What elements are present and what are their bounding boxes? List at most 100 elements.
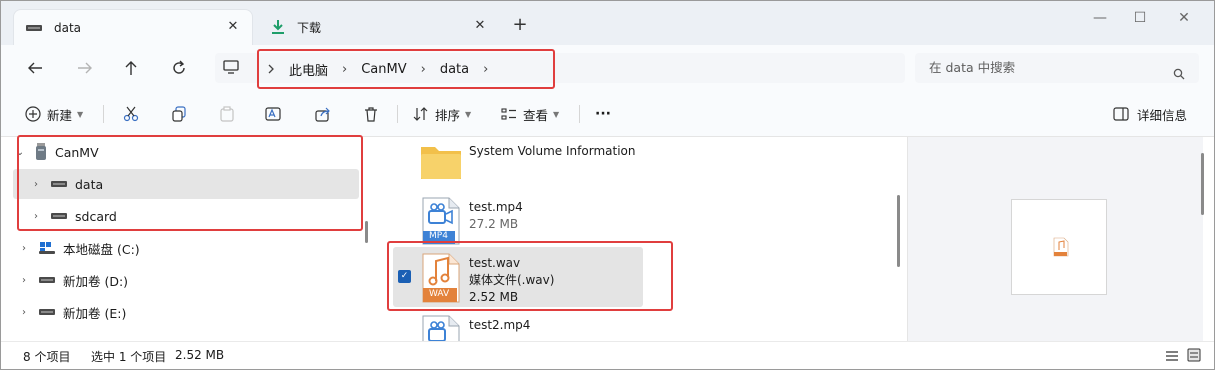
windows-drive-icon [39,241,55,255]
tab-bar: data ✕ 下载 ✕ + — ☐ ✕ [1,1,1214,45]
new-tab-button[interactable]: + [509,15,531,37]
scissors-icon [123,106,139,122]
preview-scrollbar[interactable] [1201,153,1204,215]
file-badge: MP4 [429,231,448,241]
nav-label: 新加卷 (D:) [63,273,129,289]
list-item[interactable]: test2.mp4 [419,315,669,341]
tab-label: data [54,20,82,35]
selection-size: 2.52 MB [175,348,225,362]
video-file-icon [419,315,465,341]
list-item[interactable]: System Volume Information [419,141,669,191]
new-button[interactable]: 新建 ▼ [25,102,83,126]
chevron-down-icon: ▼ [553,109,560,119]
share-button[interactable] [315,102,331,126]
tab-download[interactable]: 下载 ✕ [259,9,499,45]
delete-button[interactable] [363,102,379,126]
tiles-view-icon[interactable] [1187,348,1201,365]
drive-icon [39,307,55,317]
divider [397,105,398,123]
nav-scrollbar[interactable] [365,221,368,243]
rename-icon [265,107,281,121]
refresh-button[interactable] [165,56,193,80]
view-label: 查看 [523,107,549,123]
file-list-scrollbar[interactable] [897,195,900,267]
copy-button[interactable] [171,102,187,126]
folder-icon [419,141,465,191]
trash-icon [365,107,377,122]
download-icon [271,19,285,35]
up-button[interactable] [117,56,145,80]
search-input[interactable]: 在 data 中搜索 [915,53,1199,83]
chevron-right-icon: › [342,61,348,77]
new-label: 新建 [47,107,73,123]
chevron-right-icon[interactable]: › [17,307,31,318]
cut-button[interactable] [123,102,139,126]
sort-icon [413,107,428,121]
arrow-right-icon [78,62,92,74]
selection-count: 选中 1 个项目 [91,350,167,364]
maximize-button[interactable]: ☐ [1117,5,1163,31]
chevron-down-icon: ▼ [77,109,84,119]
arrow-up-icon [125,61,137,75]
item-count: 8 个项目 [23,350,71,364]
divider [103,105,104,123]
video-file-icon: MP4 [419,197,465,247]
nav-item-c-drive[interactable]: › 本地磁盘 (C:) [13,233,359,263]
close-tab-icon[interactable]: ✕ [473,19,487,33]
view-button[interactable]: 查看 ▼ [501,102,559,126]
drive-icon [26,23,42,33]
view-icon [501,108,516,120]
drive-icon [39,275,55,285]
address-bar-row: 此电脑 › CanMV › data › 在 data 中搜索 [1,45,1214,91]
highlight-box [387,241,673,311]
status-bar: 8 个项目 选中 1 个项目 2.52 MB [1,341,1214,369]
close-button[interactable]: ✕ [1161,5,1207,31]
tab-label: 下载 [297,20,322,35]
details-pane-button[interactable]: 详细信息 [1113,102,1187,126]
breadcrumb-item-pc[interactable]: 此电脑 [289,60,328,79]
chevron-right-icon: › [483,61,489,77]
more-options-button[interactable]: ··· [595,102,611,126]
breadcrumb[interactable]: 此电脑 › CanMV › data › [257,49,555,89]
details-view-icon[interactable] [1165,350,1179,365]
command-bar: 新建 ▼ 排序 ▼ 查看 ▼ ··· 详细信息 [1,91,1214,137]
file-name: test2.mp4 [469,318,531,332]
close-tab-icon[interactable]: ✕ [226,20,240,34]
file-size: 27.2 MB [469,217,519,231]
file-name: System Volume Information [469,144,636,158]
nav-label: 新加卷 (E:) [63,305,127,321]
paste-icon [220,106,234,122]
highlight-box [17,135,363,231]
arrow-left-icon [28,62,42,74]
forward-button[interactable] [71,56,99,80]
chevron-right-icon[interactable]: › [17,275,31,286]
breadcrumb-item-data[interactable]: data [440,62,469,77]
details-pane-icon [1113,107,1129,121]
chevron-right-icon [268,64,274,74]
details-label: 详细信息 [1137,107,1188,123]
copy-icon [172,106,186,122]
plus-circle-icon [25,106,41,122]
divider [579,105,580,123]
file-explorer-window: data ✕ 下载 ✕ + — ☐ ✕ 此电脑 › CanMV › data ›… [0,0,1215,370]
nav-item-e-drive[interactable]: › 新加卷 (E:) [13,297,359,327]
search-icon [1173,61,1185,91]
nav-label: 本地磁盘 (C:) [63,241,140,257]
file-name: test.mp4 [469,200,523,214]
chevron-down-icon: ▼ [465,109,472,119]
rename-button[interactable] [265,102,281,126]
sort-button[interactable]: 排序 ▼ [413,102,471,126]
refresh-icon [173,60,185,74]
breadcrumb-item-canmv[interactable]: CanMV [361,62,406,77]
sort-label: 排序 [435,107,461,123]
computer-icon [223,59,239,78]
paste-button[interactable] [219,102,235,126]
chevron-right-icon[interactable]: › [17,243,31,254]
audio-file-icon [1053,237,1069,257]
nav-item-d-drive[interactable]: › 新加卷 (D:) [13,265,359,295]
tab-data[interactable]: data ✕ [13,9,253,45]
list-item[interactable]: MP4 test.mp4 27.2 MB [419,197,669,247]
back-button[interactable] [21,56,49,80]
chevron-right-icon: › [420,61,426,77]
share-icon [315,107,330,122]
